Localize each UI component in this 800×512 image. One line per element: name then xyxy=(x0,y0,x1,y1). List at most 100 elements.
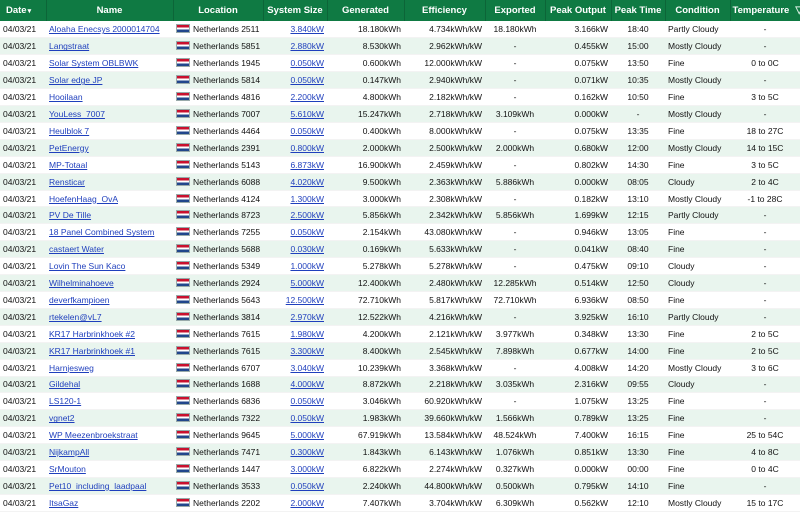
location-cell: Netherlands 9645 xyxy=(173,426,263,445)
exported-cell: - xyxy=(485,240,545,259)
system-size-link[interactable]: 5.000kW xyxy=(290,430,324,440)
system-name-link[interactable]: WP Meezenbroekstraat xyxy=(49,430,138,440)
system-name-link[interactable]: KR17 Harbrinkhoek #2 xyxy=(49,329,135,339)
system-name-link[interactable]: rtekelen@vL7 xyxy=(49,312,102,322)
system-size-link[interactable]: 3.040kW xyxy=(290,363,324,373)
efficiency-column-header[interactable]: Efficiency xyxy=(404,0,486,21)
system-name-link[interactable]: PV De Tille xyxy=(49,210,91,220)
system-size-cell: 4.000kW xyxy=(263,376,327,394)
system-name-link[interactable]: Harnjesweg xyxy=(49,363,94,373)
system-size-link[interactable]: 1.300kW xyxy=(290,194,324,204)
generated-cell: 1.983kWh xyxy=(327,409,404,428)
system-name-link[interactable]: Heulblok 7 xyxy=(49,126,89,136)
table-row: 04/03/21 SrMouton Netherlands 1447 3.000kW 6… xyxy=(0,460,800,478)
system-name-link[interactable]: Solar edge JP xyxy=(49,75,102,85)
system-size-link[interactable]: 0.050kW xyxy=(290,58,324,68)
system-name-link[interactable]: Aloaha Enecsys 2000014704 xyxy=(49,24,160,34)
condition-column-header[interactable]: Condition xyxy=(665,0,731,21)
exported-cell: 0.327kWh xyxy=(485,460,545,478)
system-name-link[interactable]: Lovin The Sun Kaco xyxy=(49,261,125,271)
system-size-link[interactable]: 4.020kW xyxy=(290,177,324,187)
system-size-link[interactable]: 0.050kW xyxy=(290,126,324,136)
location-cell: Netherlands 3533 xyxy=(173,477,263,495)
temperature-cell: - xyxy=(730,274,800,292)
system-size-link[interactable]: 4.000kW xyxy=(290,379,324,389)
system-name-link[interactable]: Pet10_including_laadpaal xyxy=(49,481,146,491)
system-name-link[interactable]: castaert Water xyxy=(49,244,104,254)
filter-icon[interactable]: ▽ xyxy=(795,5,799,16)
system-name-link[interactable]: MP-Totaal xyxy=(49,160,87,170)
system-name-link[interactable]: Wilhelminahoeve xyxy=(49,278,114,288)
system-size-link[interactable]: 2.000kW xyxy=(290,498,324,508)
system-name-link[interactable]: PetEnergy xyxy=(49,143,89,153)
temperature-column-header[interactable]: Temperature ▽ xyxy=(730,0,800,21)
system-size-link[interactable]: 1.980kW xyxy=(290,329,324,339)
system-size-link[interactable]: 3.000kW xyxy=(290,464,324,474)
system-size-link[interactable]: 0.050kW xyxy=(290,413,324,423)
system-name-link[interactable]: NijkampAll xyxy=(49,447,89,457)
system-size-link[interactable]: 1.000kW xyxy=(290,261,324,271)
system-name-link[interactable]: Langstraat xyxy=(49,41,89,51)
exported-cell: - xyxy=(485,308,545,326)
peak-time-column-header[interactable]: Peak Time xyxy=(611,0,666,21)
date-column-header[interactable]: Date▾ xyxy=(0,0,47,21)
condition-cell: Cloudy xyxy=(665,376,730,394)
peak-output-cell: 0.075kW xyxy=(545,122,611,140)
system-name-link[interactable]: Rensticar xyxy=(49,177,85,187)
exported-cell: 3.109kWh xyxy=(485,105,545,123)
temperature-cell: - xyxy=(730,257,800,276)
system-size-link[interactable]: 0.030kW xyxy=(290,244,324,254)
system-size-link[interactable]: 3.840kW xyxy=(290,24,324,34)
system-name-link[interactable]: deverfkampioen xyxy=(49,295,109,305)
location-column-header[interactable]: Location xyxy=(173,0,264,21)
system-size-link[interactable]: 12.500kW xyxy=(286,295,324,305)
system-name-link[interactable]: Gildehal xyxy=(49,379,80,389)
date-cell: 04/03/21 xyxy=(0,325,46,343)
system-size-link[interactable]: 0.050kW xyxy=(290,396,324,406)
system-name-link[interactable]: SrMouton xyxy=(49,464,86,474)
location-label: Netherlands 8723 xyxy=(193,210,261,221)
efficiency-cell: 2.718kWh/kW xyxy=(404,105,485,123)
system-name-link[interactable]: KR17 Harbrinkhoek #1 xyxy=(49,346,135,356)
system-size-link[interactable]: 6.873kW xyxy=(290,160,324,170)
system-name-link[interactable]: YouLess_7007 xyxy=(49,109,105,119)
system-name-link[interactable]: Hooilaan xyxy=(49,92,83,102)
system-size-link[interactable]: 2.200kW xyxy=(290,92,324,102)
system-name-link[interactable]: 18 Panel Combined System xyxy=(49,227,154,237)
peak-output-column-header[interactable]: Peak Output xyxy=(545,0,612,21)
location-label: Netherlands 2511 xyxy=(193,24,260,35)
date-cell: 04/03/21 xyxy=(0,460,46,478)
system-size-cell: 3.840kW xyxy=(263,21,327,39)
system-name-link[interactable]: ItsaGaz xyxy=(49,498,78,508)
system-size-column-header[interactable]: System Size xyxy=(263,0,328,21)
name-column-header[interactable]: Name xyxy=(46,0,174,21)
exported-column-header[interactable]: Exported xyxy=(485,0,546,21)
location-label: Netherlands 7471 xyxy=(193,447,261,458)
system-size-link[interactable]: 0.300kW xyxy=(290,447,324,457)
system-size-link[interactable]: 5.610kW xyxy=(290,109,324,119)
netherlands-flag-icon xyxy=(176,176,190,186)
system-name-link[interactable]: LS120-1 xyxy=(49,396,81,406)
system-size-link[interactable]: 0.800kW xyxy=(290,143,324,153)
table-row: 04/03/21 WP Meezenbroekstraat Netherlands … xyxy=(0,426,800,445)
generated-cell: 8.872kWh xyxy=(327,376,404,394)
exported-cell: - xyxy=(485,37,545,56)
peak-output-cell: 0.348kW xyxy=(545,325,611,343)
system-size-link[interactable]: 3.300kW xyxy=(290,346,324,356)
system-size-link[interactable]: 2.500kW xyxy=(290,210,324,220)
system-size-link[interactable]: 0.050kW xyxy=(290,481,324,491)
system-size-link[interactable]: 2.970kW xyxy=(290,312,324,322)
system-size-link[interactable]: 2.880kW xyxy=(290,41,324,51)
system-name-link[interactable]: Solar System OBLBWK xyxy=(49,58,138,68)
condition-cell: Fine xyxy=(665,54,730,73)
system-size-link[interactable]: 5.000kW xyxy=(290,278,324,288)
system-name-link[interactable]: HoefenHaag_OvA xyxy=(49,194,118,204)
system-name-link[interactable]: vgnet2 xyxy=(49,413,75,423)
temperature-cell: - xyxy=(730,21,800,39)
location-cell: Netherlands 4124 xyxy=(173,190,263,208)
generated-cell: 2.154kWh xyxy=(327,223,404,242)
generated-column-header[interactable]: Generated xyxy=(327,0,405,21)
system-size-link[interactable]: 0.050kW xyxy=(290,227,324,237)
efficiency-cell: 2.459kWh/kW xyxy=(404,156,485,174)
system-size-link[interactable]: 0.050kW xyxy=(290,75,324,85)
